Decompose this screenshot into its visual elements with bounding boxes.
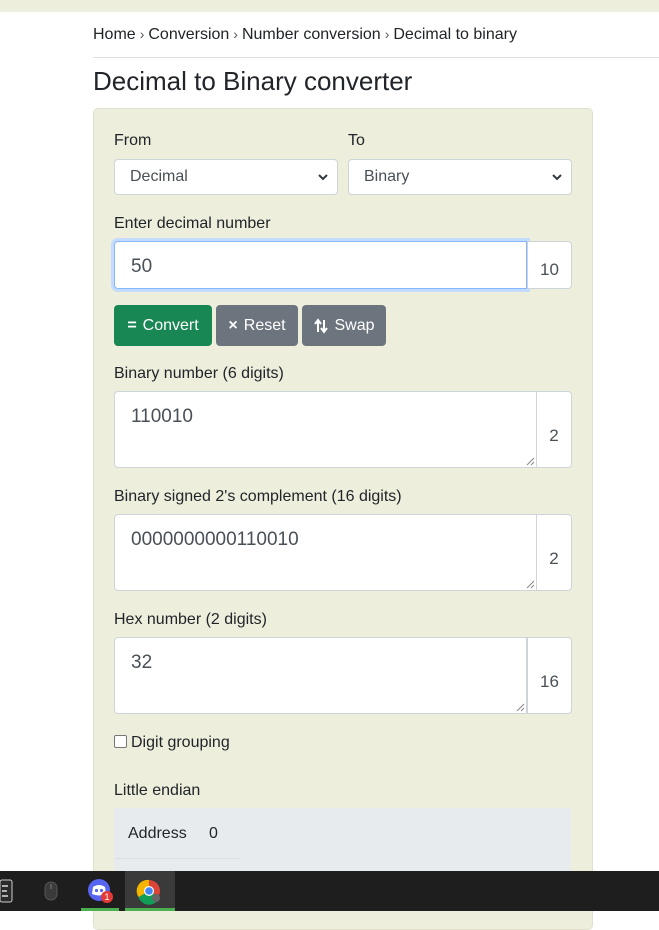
to-select[interactable]: Binary [348, 159, 572, 195]
resize-grip-icon[interactable] [525, 456, 535, 466]
discord-badge: 1 [101, 891, 113, 903]
decimal-input-value: 50 [131, 256, 153, 277]
binary-output-value: 110010 [131, 406, 193, 427]
endian-label: Little endian [114, 782, 201, 799]
swap-button-label: Swap [334, 316, 375, 334]
page-title: Decimal to Binary converter [93, 66, 413, 96]
hex-output-value: 32 [131, 652, 153, 673]
breadcrumb-separator: › [384, 26, 390, 42]
reset-button[interactable]: × Reset [216, 305, 298, 346]
convert-button[interactable]: = Convert [114, 305, 212, 346]
from-select[interactable]: Decimal [114, 159, 338, 195]
signed-base-addon: 2 [536, 514, 572, 591]
resize-grip-icon[interactable] [515, 702, 525, 712]
breadcrumb-separator: › [139, 26, 145, 42]
equals-icon: = [127, 316, 137, 334]
chevron-down-icon [318, 174, 328, 181]
breadcrumb-number-conversion[interactable]: Number conversion [242, 26, 381, 43]
mouse-app-icon[interactable] [40, 871, 62, 911]
resize-grip-icon[interactable] [525, 579, 535, 589]
signed-output[interactable]: 0000000000110010 [114, 514, 537, 591]
binary-output[interactable]: 110010 [114, 391, 537, 468]
hex-output[interactable]: 32 [114, 637, 527, 714]
address-value: 0 [209, 825, 218, 842]
binary-base-addon: 2 [536, 391, 572, 468]
swap-button[interactable]: Swap [302, 305, 386, 346]
taskbar: 1 [0, 871, 659, 911]
input-label: Enter decimal number [114, 215, 271, 232]
digit-grouping-label[interactable]: Digit grouping [131, 734, 230, 752]
breadcrumb-separator: › [233, 26, 238, 42]
signed-label: Binary signed 2's complement (16 digits) [114, 488, 402, 505]
chrome-icon[interactable] [125, 871, 175, 911]
from-label: From [114, 132, 152, 149]
close-icon: × [228, 316, 238, 334]
breadcrumb-divider [93, 57, 659, 58]
reset-button-label: Reset [243, 316, 286, 334]
epic-games-icon[interactable] [0, 871, 14, 911]
hex-label: Hex number (2 digits) [114, 611, 267, 628]
to-select-value: Binary [364, 168, 410, 185]
binary-label: Binary number (6 digits) [114, 365, 284, 382]
input-base-addon: 10 [527, 241, 572, 289]
breadcrumb-conversion[interactable]: Conversion [148, 26, 229, 43]
swap-icon [314, 317, 329, 334]
from-select-value: Decimal [130, 168, 188, 185]
address-header: Address [128, 825, 187, 842]
signed-output-value: 0000000000110010 [131, 529, 299, 550]
top-strip [0, 0, 659, 12]
digit-grouping-checkbox[interactable] [114, 735, 127, 748]
convert-button-label: Convert [142, 316, 199, 334]
chevron-down-icon [552, 174, 562, 181]
breadcrumb-home[interactable]: Home [93, 26, 136, 43]
decimal-input[interactable]: 50 [114, 241, 527, 289]
breadcrumb-current[interactable]: Decimal to binary [393, 26, 517, 43]
discord-icon[interactable]: 1 [81, 871, 119, 911]
hex-base-addon: 16 [527, 637, 572, 714]
to-label: To [348, 132, 365, 149]
breadcrumb: Home › Conversion › Number conversion › Decima… [93, 26, 517, 44]
